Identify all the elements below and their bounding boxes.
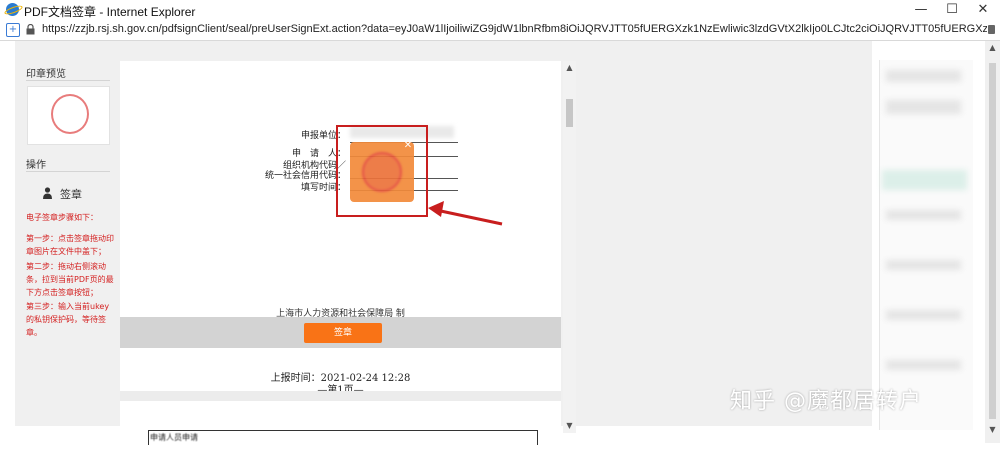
scroll-down-icon[interactable]: ▼ <box>563 419 576 433</box>
blurred-content <box>886 360 961 370</box>
blurred-content <box>882 170 967 190</box>
field-label: 申报单位： <box>300 131 346 141</box>
instruction-step: 第三步：输入当前ukey的私钥保护码，等待签章。 <box>26 302 110 337</box>
scroll-up-icon[interactable]: ▲ <box>563 61 576 75</box>
instruction-step: 第一步：点击签章拖动印章图片在文件中盖下； <box>26 234 114 256</box>
preview-heading: 印章预览 <box>26 69 66 80</box>
maximize-button[interactable]: ☐ <box>937 0 967 20</box>
internet-explorer-icon <box>6 3 19 16</box>
instruction-step: 第二步：拖动右侧滚动条，拉到当前PDF页的最下方点击签章按钮； <box>26 262 114 297</box>
annotation-frame <box>336 125 428 217</box>
scrollbar-thumb[interactable] <box>989 63 996 419</box>
scrollbar-thumb[interactable] <box>566 99 573 127</box>
lock-icon <box>26 24 35 35</box>
blurred-content <box>886 210 961 220</box>
page-gap <box>120 391 561 401</box>
background-page <box>879 60 973 430</box>
scroll-up-icon[interactable]: ▲ <box>985 43 1000 57</box>
divider <box>26 80 110 81</box>
document-scrollbar[interactable]: ▲ ▼ <box>563 61 576 433</box>
lock-status-icon[interactable] <box>988 25 995 34</box>
window-titlebar: PDF文档签章 - Internet Explorer — ☐ ✕ <box>0 0 1000 20</box>
user-icon <box>43 187 52 199</box>
seal-preview[interactable] <box>27 86 110 145</box>
blurred-content <box>886 260 961 270</box>
page-2-header: 申请人员申请 <box>150 433 198 442</box>
url-field[interactable]: https://zzjb.rsj.sh.gov.cn/pdfsignClient… <box>42 23 987 35</box>
field-label: 填写时间： <box>300 183 346 193</box>
operation-heading: 操作 <box>26 160 46 171</box>
scroll-down-icon[interactable]: ▼ <box>985 425 1000 439</box>
blurred-content <box>886 100 961 114</box>
blurred-content <box>886 310 961 320</box>
window-scrollbar[interactable]: ▲ ▼ <box>985 41 1000 443</box>
sign-label: 签章 <box>60 188 82 201</box>
instructions-title: 电子签章步骤如下： <box>26 213 98 222</box>
blurred-content <box>886 70 961 82</box>
watermark: 知乎 @魔都居转户 <box>730 389 922 414</box>
annotation-arrow-icon <box>428 201 503 226</box>
divider <box>26 171 110 172</box>
compat-view-icon[interactable]: + <box>6 23 20 37</box>
window-title: PDF文档签章 - Internet Explorer <box>24 5 196 19</box>
seal-image <box>51 94 89 134</box>
sign-action[interactable]: 签章 <box>40 185 100 201</box>
sign-button[interactable]: 签章 <box>304 323 382 343</box>
minimize-button[interactable]: — <box>906 0 936 20</box>
close-button[interactable]: ✕ <box>968 0 998 20</box>
